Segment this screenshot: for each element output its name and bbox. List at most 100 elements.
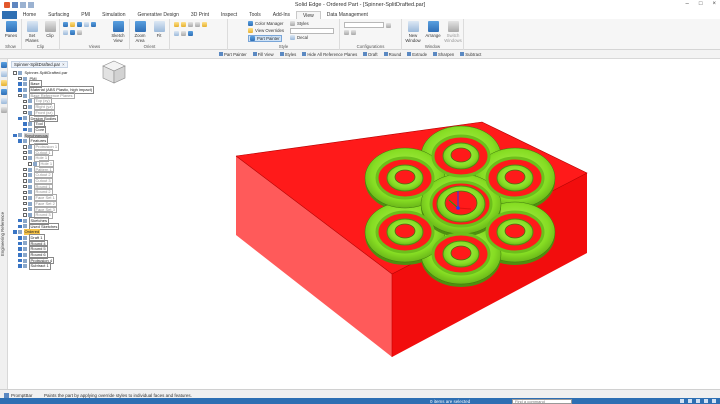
close-tab-icon[interactable]: ×	[62, 62, 65, 67]
minimize-icon[interactable]: –	[686, 1, 689, 7]
rotate-icon[interactable]	[696, 399, 700, 403]
shading-icon[interactable]	[195, 22, 200, 27]
shading-icon[interactable]	[174, 31, 179, 36]
pan-icon[interactable]	[688, 399, 692, 403]
view-icon[interactable]	[63, 22, 68, 27]
visibility-checkbox[interactable]	[18, 258, 22, 263]
document-tab[interactable]: Spinner-SplitDrafted.par ×	[11, 61, 68, 68]
visibility-checkbox[interactable]	[23, 105, 27, 109]
shading-icon[interactable]	[181, 22, 186, 27]
cmd-draft[interactable]: Draft	[363, 52, 378, 57]
visibility-checkbox[interactable]	[23, 207, 27, 212]
tab-add-ins[interactable]: Add-Ins	[267, 11, 296, 19]
shading-icon[interactable]	[181, 31, 186, 36]
visibility-checkbox[interactable]	[18, 139, 22, 143]
shading-icon[interactable]	[188, 31, 193, 36]
close-icon[interactable]: ×	[712, 1, 716, 7]
layers-tab-icon[interactable]	[0, 71, 7, 77]
view-icon[interactable]	[91, 22, 96, 27]
visibility-checkbox[interactable]	[18, 218, 22, 223]
visibility-checkbox[interactable]	[18, 93, 22, 98]
visibility-checkbox[interactable]	[23, 190, 27, 195]
visibility-checkbox[interactable]	[23, 173, 27, 177]
cmd-extrude[interactable]: Extrude	[407, 52, 427, 57]
visibility-checkbox[interactable]	[23, 213, 27, 217]
visibility-checkbox[interactable]	[18, 116, 22, 121]
tab-tools[interactable]: Tools	[243, 11, 267, 19]
visibility-checkbox[interactable]	[13, 71, 17, 75]
command-finder[interactable]: Find a command	[512, 398, 572, 404]
save-icon[interactable]	[12, 2, 18, 8]
view-icon[interactable]	[84, 22, 89, 27]
view-cube[interactable]	[101, 59, 127, 85]
tab-view[interactable]: View	[296, 11, 321, 19]
switch-windows-button[interactable]: Switch Windows	[443, 21, 463, 43]
petal-hole[interactable]	[504, 223, 526, 239]
config-icon[interactable]	[351, 30, 356, 35]
tab-pmi[interactable]: PMI	[75, 11, 96, 19]
tab-file[interactable]	[2, 11, 17, 19]
visibility-checkbox[interactable]	[23, 110, 27, 115]
cmd-styles[interactable]: Styles	[279, 52, 296, 57]
shading-icon[interactable]	[188, 22, 193, 27]
tab-home[interactable]: Home	[17, 11, 42, 19]
redo-icon[interactable]	[28, 2, 34, 8]
set-planes-button[interactable]: Set Planes	[23, 21, 41, 43]
graphics-window[interactable]	[101, 59, 720, 389]
library-tab-icon[interactable]	[0, 98, 7, 104]
core-body[interactable]	[364, 125, 556, 287]
visibility-checkbox[interactable]	[13, 230, 17, 234]
view-icon[interactable]	[63, 30, 68, 35]
hub-hole[interactable]	[444, 190, 478, 216]
features-tab-icon[interactable]	[0, 80, 7, 86]
cmd-round[interactable]: Round	[383, 52, 401, 57]
save-config-icon[interactable]	[386, 22, 391, 28]
visibility-checkbox[interactable]	[23, 150, 27, 155]
config-icon[interactable]	[344, 30, 349, 35]
view-icon[interactable]	[70, 30, 75, 35]
undo-icon[interactable]	[20, 2, 26, 8]
view-icon[interactable]	[77, 30, 82, 35]
arrange-button[interactable]: Arrange	[423, 21, 443, 38]
visibility-checkbox[interactable]	[23, 196, 27, 200]
visibility-checkbox[interactable]	[18, 236, 22, 240]
tab-data-management[interactable]: Data Management	[321, 11, 374, 19]
tab-inspect[interactable]: Inspect	[215, 11, 243, 19]
visibility-checkbox[interactable]	[23, 122, 27, 126]
styles-button[interactable]: Styles	[290, 21, 309, 26]
visibility-checkbox[interactable]	[23, 184, 27, 189]
view-icon[interactable]	[70, 22, 75, 27]
engineering-reference-tab[interactable]: Engineering Reference	[0, 179, 8, 289]
model-view[interactable]	[101, 59, 720, 389]
zoom-icon[interactable]	[680, 399, 684, 403]
visibility-checkbox[interactable]	[23, 179, 27, 183]
cmd-subtract[interactable]: Subtract	[460, 52, 481, 57]
panes-button[interactable]: Panes	[2, 21, 20, 38]
visibility-checkbox[interactable]	[13, 133, 17, 138]
tab-simulation[interactable]: Simulation	[96, 11, 131, 19]
visibility-checkbox[interactable]	[18, 253, 22, 257]
sensors-tab-icon[interactable]	[0, 89, 7, 95]
view-icon[interactable]	[77, 22, 82, 27]
petal-hole[interactable]	[450, 245, 472, 261]
visibility-checkbox[interactable]	[23, 145, 27, 149]
visibility-checkbox[interactable]	[18, 264, 22, 268]
visibility-checkbox[interactable]	[18, 247, 22, 251]
view-icon[interactable]	[712, 399, 716, 403]
shading-icon[interactable]	[202, 22, 207, 27]
pathfinder-tab-icon[interactable]	[0, 62, 7, 68]
visibility-checkbox[interactable]	[28, 162, 32, 166]
tree-item[interactable]: Subtract 1	[13, 262, 101, 271]
visibility-checkbox[interactable]	[18, 88, 22, 92]
zoom-area-button[interactable]: Zoom Area	[131, 21, 149, 43]
visibility-checkbox[interactable]	[18, 76, 22, 81]
style-dropdown[interactable]	[290, 28, 334, 34]
cmd-fill-view[interactable]: Fill View	[252, 52, 274, 57]
maximize-icon[interactable]: □	[699, 1, 703, 7]
app-logo-icon[interactable]	[4, 2, 10, 8]
petal-hole[interactable]	[394, 169, 416, 185]
cmd-sharpen[interactable]: Sharpen	[433, 52, 454, 57]
properties-tab-icon[interactable]	[0, 107, 7, 113]
fit-icon[interactable]	[704, 399, 708, 403]
visibility-checkbox[interactable]	[23, 127, 27, 132]
